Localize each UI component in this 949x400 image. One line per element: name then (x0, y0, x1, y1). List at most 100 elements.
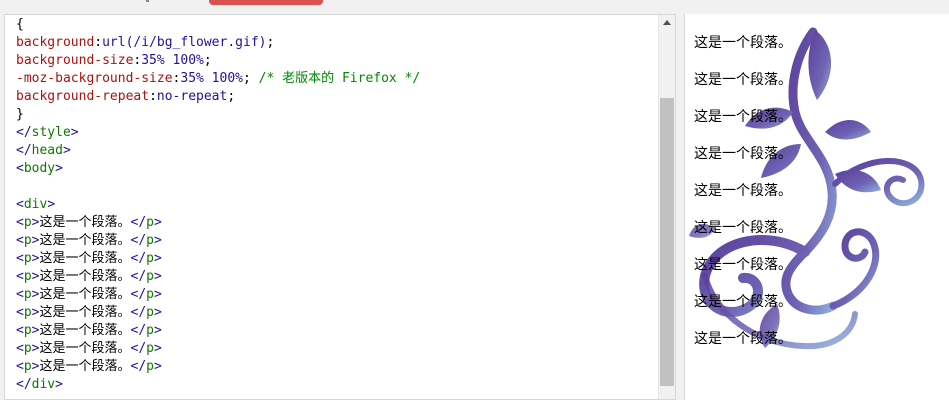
preview-paragraph: 这是一个段落。 (694, 109, 792, 125)
code-token: < (16, 161, 24, 176)
code-line[interactable]: </div> (16, 376, 661, 394)
code-line[interactable]: -moz-background-size:35% 100%; /* 老版本的 F… (16, 70, 661, 88)
code-token: p (23, 305, 32, 320)
preview-paragraph: 这是一个段落。 (694, 72, 792, 88)
code-token: p (23, 323, 32, 338)
toolbar-edge-mark (146, 0, 149, 2)
code-token: < (16, 287, 24, 302)
code-line[interactable]: <p>这是一个段落。</p> (16, 286, 661, 304)
code-token: < (16, 269, 24, 284)
code-token: no-repeat (156, 89, 228, 104)
code-line[interactable] (16, 178, 661, 196)
code-token: 这是一个段落。 (39, 287, 131, 302)
code-token: </ (130, 233, 147, 248)
code-token: body (23, 161, 56, 176)
code-token: > (153, 359, 162, 374)
code-token: 这是一个段落。 (39, 305, 131, 320)
scrollbar-thumb[interactable] (660, 98, 674, 386)
code-token: > (55, 161, 63, 176)
code-line[interactable]: <p>这是一个段落。</p> (16, 268, 661, 286)
code-token: p (23, 269, 32, 284)
code-token: </ (16, 143, 32, 158)
code-token: > (153, 215, 162, 230)
code-line[interactable]: <div> (16, 196, 661, 214)
code-line[interactable]: <p>这是一个段落。</p> (16, 322, 661, 340)
code-token: 35% 100% (141, 53, 204, 68)
code-token: < (16, 251, 24, 266)
code-token: < (16, 233, 24, 248)
preview-paragraph: 这是一个段落。 (694, 146, 792, 162)
code-token: /* 老版本的 Firefox */ (258, 71, 421, 86)
code-token: > (70, 125, 79, 140)
code-token: </ (130, 215, 147, 230)
code-token: </ (16, 377, 32, 392)
code-token: p (146, 215, 154, 230)
code-token: : (94, 35, 103, 50)
code-token: ; (227, 89, 236, 104)
code-line[interactable]: <p>这是一个段落。</p> (16, 232, 661, 250)
code-token: < (16, 323, 24, 338)
code-area[interactable]: {background:url(/i/bg_flower.gif); backgr… (16, 16, 661, 394)
run-button[interactable] (209, 0, 323, 5)
code-token: 这是一个段落。 (39, 251, 131, 266)
code-token: < (16, 215, 24, 230)
code-token: head (31, 143, 63, 158)
code-token: style (31, 125, 71, 140)
code-token: ; (266, 35, 275, 50)
code-token: 这是一个段落。 (39, 269, 131, 284)
code-token: 这是一个段落。 (39, 341, 131, 356)
preview-paragraph: 这是一个段落。 (694, 331, 792, 347)
code-line[interactable]: <p>这是一个段落。</p> (16, 358, 661, 376)
code-token: </ (130, 305, 147, 320)
code-token: background-size (16, 53, 134, 68)
code-line[interactable]: background-size:35% 100%; (16, 52, 661, 70)
code-token: 这是一个段落。 (39, 233, 131, 248)
code-token: < (16, 359, 24, 374)
preview-paragraph: 这是一个段落。 (694, 294, 792, 310)
code-editor[interactable]: {background:url(/i/bg_flower.gif); backgr… (4, 14, 676, 400)
code-token: p (146, 269, 154, 284)
code-token: < (16, 197, 24, 212)
code-token: > (153, 251, 162, 266)
code-token: </ (130, 341, 147, 356)
code-token: > (153, 287, 162, 302)
code-token: </ (130, 359, 147, 374)
code-token: p (23, 359, 32, 374)
result-preview: 这是一个段落。 这是一个段落。 这是一个段落。 这是一个段落。 这是一个段落。 这是一个段… (684, 14, 949, 400)
code-line[interactable]: background-repeat:no-repeat; (16, 88, 661, 106)
code-token: div (23, 197, 48, 212)
code-token: background (16, 35, 95, 50)
code-token: p (146, 287, 154, 302)
code-token: p (23, 251, 32, 266)
code-token: </ (130, 269, 147, 284)
code-line[interactable]: </style> (16, 124, 661, 142)
paragraph-list: 这是一个段落。 这是一个段落。 这是一个段落。 这是一个段落。 这是一个段落。 这是一个段… (694, 34, 792, 367)
code-line[interactable]: <p>这是一个段落。</p> (16, 304, 661, 322)
code-token: p (146, 305, 154, 320)
code-line[interactable]: </head> (16, 142, 661, 160)
code-token: </ (130, 251, 147, 266)
code-line[interactable]: { (16, 16, 661, 34)
code-token: </ (130, 323, 147, 338)
code-line[interactable]: <p>这是一个段落。</p> (16, 340, 661, 358)
scroll-up-arrow-icon[interactable] (663, 20, 671, 25)
code-token: p (23, 233, 32, 248)
code-line[interactable]: background:url(/i/bg_flower.gif); (16, 34, 661, 52)
code-token: p (146, 341, 154, 356)
code-line[interactable]: } (16, 106, 661, 124)
code-token: ; (243, 71, 259, 86)
code-token: > (153, 341, 162, 356)
preview-paragraph: 这是一个段落。 (694, 35, 792, 51)
code-line[interactable]: <p>这是一个段落。</p> (16, 250, 661, 268)
code-token: -moz-background-size (16, 71, 173, 86)
code-token: 这是一个段落。 (39, 215, 131, 230)
code-token: < (16, 341, 24, 356)
editor-scrollbar[interactable] (658, 15, 675, 399)
code-line[interactable]: <p>这是一个段落。</p> (16, 214, 661, 232)
code-token: 这是一个段落。 (39, 359, 131, 374)
code-token: p (23, 287, 32, 302)
code-token: > (153, 269, 162, 284)
code-token: p (146, 323, 154, 338)
code-line[interactable]: <body> (16, 160, 661, 178)
code-token: url(/i/bg_flower.gif) (102, 35, 267, 50)
